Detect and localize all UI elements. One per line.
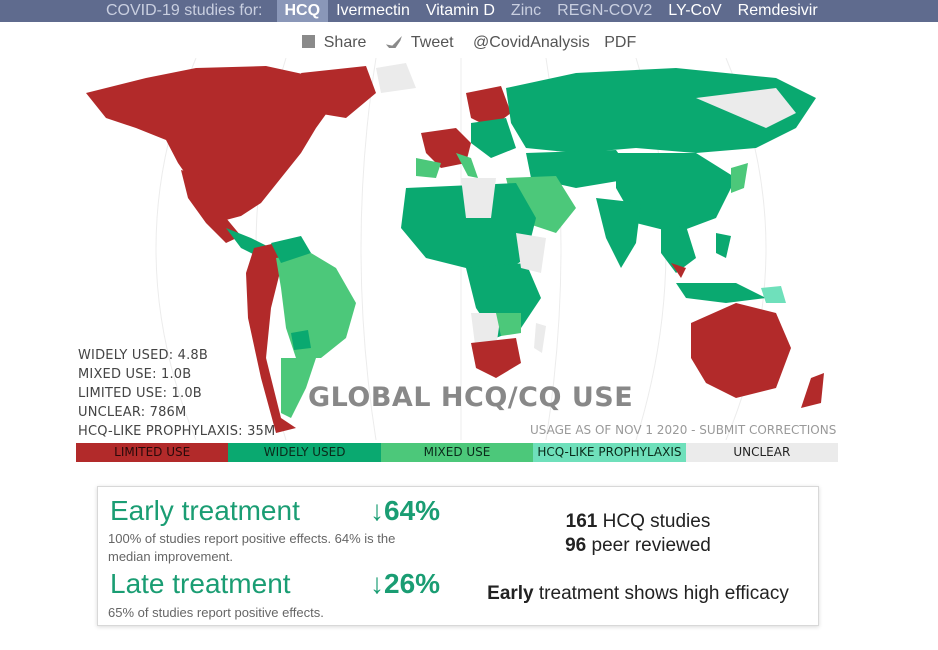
region-png	[761, 286, 786, 303]
nav-item-zinc[interactable]: Zinc	[503, 0, 549, 22]
map-title: GLOBAL HCQ/CQ USE	[308, 382, 634, 413]
legend-hcq-like-prophylaxis: HCQ-LIKE PROPHYLAXIS	[533, 443, 686, 462]
handle-link[interactable]: @CovidAnalysis	[473, 34, 590, 51]
late-treatment-percent: ↓26%	[370, 568, 441, 599]
share-link[interactable]: Share	[301, 34, 372, 51]
stat-limited-use: LIMITED USE: 1.0B	[78, 386, 202, 401]
submit-corrections-link[interactable]: USAGE AS OF NOV 1 2020 - SUBMIT CORRECTI…	[530, 423, 836, 437]
region-unclear-greenland-north	[376, 63, 416, 93]
region-italy	[456, 153, 478, 178]
region-india	[596, 198, 641, 268]
late-treatment-desc: 65% of studies report positive effects.	[108, 605, 324, 620]
efficacy-line: Early treatment shows high efficacy	[487, 583, 789, 604]
region-africa-unclear	[461, 178, 496, 218]
nav-item-remdesivir[interactable]: Remdesivir	[730, 0, 826, 22]
tweet-link[interactable]: Tweet	[385, 34, 459, 51]
early-treatment-desc: 100% of studies report positive effects.…	[108, 531, 396, 564]
share-bar: Share Tweet @CovidAnalysis PDF	[0, 34, 938, 52]
late-treatment-title[interactable]: Late treatment	[110, 568, 291, 600]
peer-reviewed-line: 96 peer reviewed	[565, 535, 711, 556]
top-nav: COVID-19 studies for: HCQ Ivermectin Vit…	[0, 0, 938, 22]
summary-card: Early treatment ↓64% 100% of studies rep…	[97, 486, 819, 626]
map-legend: LIMITED USE WIDELY USED MIXED USE HCQ-LI…	[76, 443, 839, 462]
stat-unclear: UNCLEAR: 786M	[78, 405, 187, 420]
stat-widely-used: WIDELY USED: 4.8B	[78, 348, 208, 363]
legend-widely-used: WIDELY USED	[228, 443, 381, 462]
facebook-icon	[301, 35, 315, 48]
region-brazil	[276, 253, 356, 358]
stat-mixed-use: MIXED USE: 1.0B	[78, 367, 192, 382]
studies-count-line[interactable]: 161 HCQ studies	[488, 511, 788, 533]
region-philippines	[716, 233, 731, 258]
nav-item-hcq[interactable]: HCQ	[276, 0, 329, 22]
region-new-zealand	[801, 373, 824, 408]
region-madagascar	[534, 323, 546, 353]
nav-item-regn-cov2[interactable]: REGN-COV2	[549, 0, 660, 22]
nav-item-ly-cov[interactable]: LY-CoV	[660, 0, 729, 22]
region-australia	[691, 303, 791, 398]
stat-hcq-like-prophylaxis: HCQ-LIKE PROPHYLAXIS: 35M	[78, 424, 276, 439]
legend-unclear: UNCLEAR	[685, 443, 839, 462]
legend-limited-use: LIMITED USE	[76, 443, 229, 462]
region-south-africa	[471, 338, 521, 378]
region-eastern-europe	[471, 118, 516, 158]
region-paraguay	[291, 330, 311, 350]
twitter-icon	[385, 36, 402, 48]
legend-mixed-use: MIXED USE	[380, 443, 534, 462]
usage-stats: WIDELY USED: 4.8B MIXED USE: 1.0B LIMITE…	[78, 346, 275, 441]
nav-item-ivermectin[interactable]: Ivermectin	[328, 0, 418, 22]
nav-item-vitamin-d[interactable]: Vitamin D	[418, 0, 503, 22]
region-japan	[731, 163, 748, 193]
region-indonesia	[676, 283, 766, 303]
early-treatment-percent: ↓64%	[370, 495, 441, 526]
pdf-link[interactable]: PDF	[604, 34, 636, 51]
nav-lead-label: COVID-19 studies for:	[106, 2, 263, 19]
early-treatment-title[interactable]: Early treatment	[110, 495, 300, 527]
